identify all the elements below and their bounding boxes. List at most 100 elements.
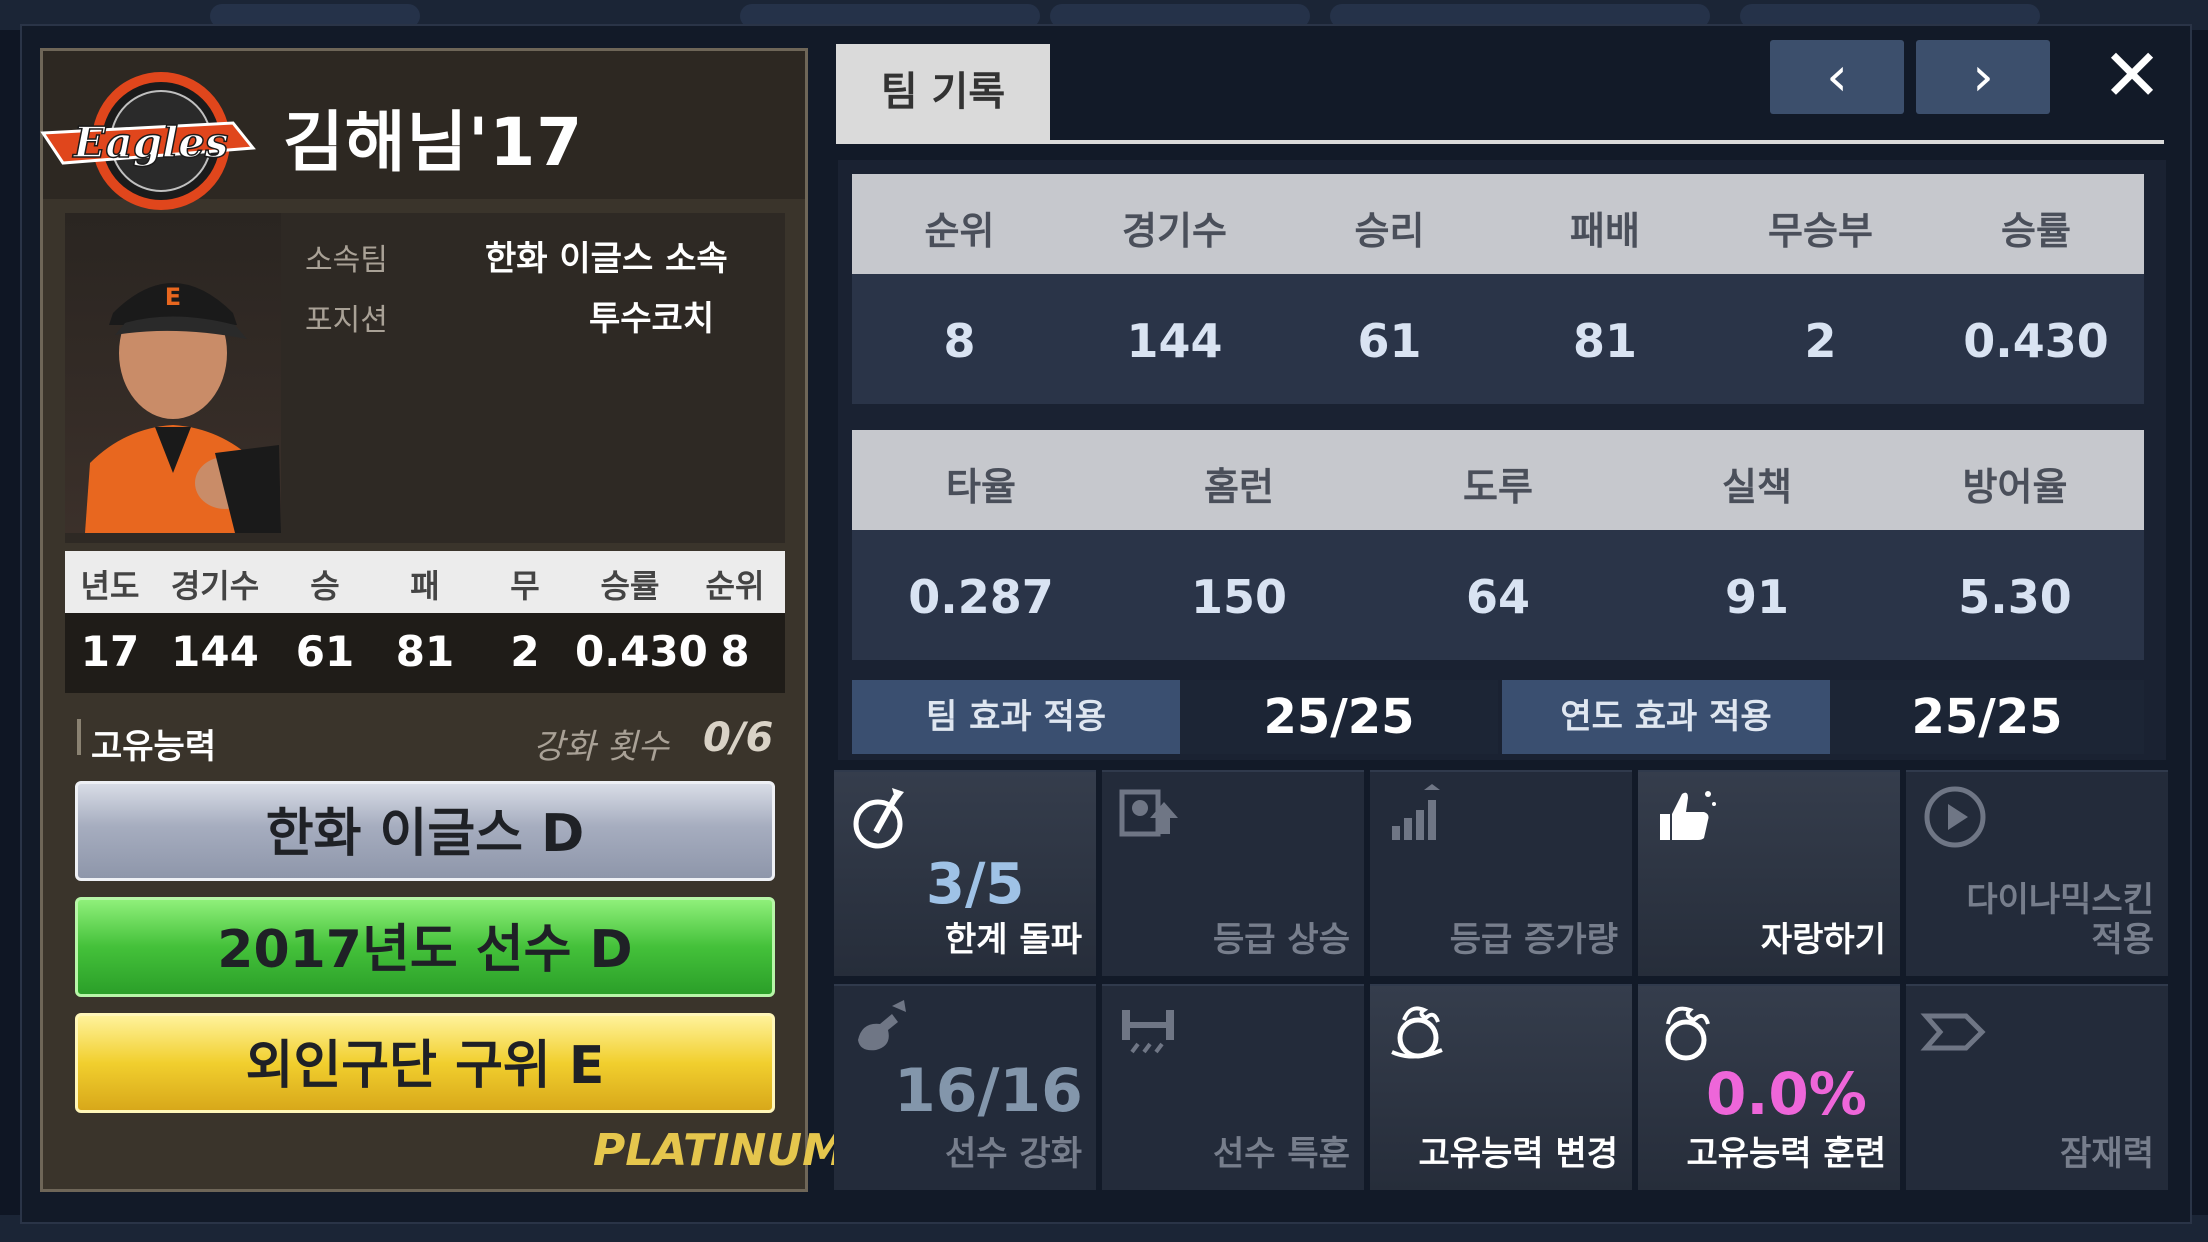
stats-header-hr: 홈런	[1204, 465, 1274, 509]
dumbbell-icon	[1122, 1010, 1174, 1054]
chevron-left-icon: ‹	[1826, 45, 1848, 108]
season-draws: 2	[510, 627, 540, 676]
record-games: 144	[1126, 314, 1223, 368]
enhance-count-value: 0/6	[703, 715, 774, 761]
close-button[interactable]: ✕	[2100, 38, 2164, 112]
ability-change-label: 고유능력 변경	[1418, 1134, 1618, 1174]
ability-training-count: 0.0%	[1706, 1060, 1867, 1128]
fire-ball-icon	[1665, 1006, 1710, 1061]
season-losses: 81	[395, 627, 455, 676]
breakthrough-icon	[853, 788, 904, 849]
close-icon: ✕	[2101, 33, 2163, 117]
season-year: 17	[80, 627, 140, 676]
season-wins: 61	[295, 627, 355, 676]
season-header-draws: 무	[510, 567, 540, 605]
record-wins: 61	[1357, 314, 1422, 368]
position-label: 포지션	[305, 303, 388, 338]
enhance-count-label: 강화 횟수	[533, 727, 669, 767]
season-header-rank: 순위	[705, 567, 765, 605]
season-table-header: 년도 경기수 승 패 무 승률 순위	[65, 551, 785, 613]
menu-special-training[interactable]: 선수 특훈	[1102, 984, 1364, 1190]
player-photo: E	[65, 213, 281, 533]
stats-hr: 150	[1190, 570, 1288, 624]
menu-grade-up[interactable]: 등급 상승	[1102, 770, 1364, 976]
menu-potential[interactable]: 잠재력	[1906, 984, 2168, 1190]
enhance-count: 16/16	[894, 1056, 1083, 1126]
stats-era: 5.30	[1958, 570, 2072, 624]
record-rank: 8	[943, 314, 976, 368]
menu-grade-increase[interactable]: 등급 증가량	[1370, 770, 1632, 976]
stats-header-errors: 실책	[1722, 465, 1792, 509]
ability-title-bar	[77, 719, 81, 755]
season-table-row: 17 144 61 81 2 0.430 8	[65, 613, 785, 693]
record-header-winrate: 승률	[2001, 209, 2071, 253]
special-training-label: 선수 특훈	[1213, 1134, 1350, 1174]
eagles-logo-icon: Eagles	[40, 72, 256, 210]
record-losses: 81	[1572, 314, 1637, 368]
tab-underline	[836, 140, 2164, 144]
record-header-draws: 무승부	[1768, 209, 1873, 253]
season-header-wins: 승	[310, 567, 340, 605]
record-draws: 2	[1804, 314, 1837, 368]
boast-label: 자랑하기	[1760, 920, 1886, 960]
season-table: 년도 경기수 승 패 무 승률 순위 17 144 61 81 2 0.430 …	[65, 551, 785, 693]
menu-enhance[interactable]: 16/16 선수 강화	[834, 984, 1096, 1190]
grade-increase-label: 등급 증가량	[1449, 920, 1618, 960]
chevron-tag-icon	[1920, 1013, 1986, 1051]
dynamic-skin-label: 다이나믹스킨 적용	[1966, 880, 2154, 960]
grade-up-icon	[1119, 789, 1178, 837]
season-games: 144	[171, 627, 259, 676]
team-stats-header: 타율 홈런 도루 실책 방어율	[852, 430, 2144, 530]
menu-breakthrough[interactable]: 3/5 한계 돌파	[834, 770, 1096, 976]
menu-ability-training[interactable]: 0.0% 고유능력 훈련	[1638, 984, 1900, 1190]
menu-boast[interactable]: 자랑하기	[1638, 770, 1900, 976]
player-name: 김해님'17	[283, 104, 584, 181]
player-info-area: E 소속팀 한화 이글스 소속 포지션 투수코치	[65, 213, 785, 543]
year-effect-label: 연도 효과 적용	[1502, 680, 1830, 754]
potential-label: 잠재력	[2060, 1134, 2154, 1174]
season-winrate: 0.430	[575, 627, 708, 676]
breakthrough-label: 한계 돌파	[945, 920, 1082, 960]
team-label: 소속팀	[305, 243, 388, 278]
stats-errors: 91	[1724, 570, 1789, 624]
breakthrough-count: 3/5	[926, 852, 1025, 917]
ability-training-label: 고유능력 훈련	[1686, 1134, 1886, 1174]
ability-button-2[interactable]: 2017년도 선수 D	[75, 897, 775, 997]
team-effect-label: 팀 효과 적용	[852, 680, 1180, 754]
menu-dynamic-skin[interactable]: 다이나믹스킨 적용	[1906, 770, 2168, 976]
stats-sb: 64	[1465, 570, 1530, 624]
menu-ability-change[interactable]: 고유능력 변경	[1370, 984, 1632, 1190]
season-header-winrate: 승률	[600, 567, 660, 605]
thumbs-up-icon	[1660, 791, 1716, 840]
record-header-games: 경기수	[1122, 209, 1227, 253]
record-header-wins: 승리	[1354, 209, 1425, 253]
bar-chart-icon	[1392, 784, 1440, 840]
stats-header-avg: 타율	[946, 465, 1016, 509]
stats-header-era: 방어율	[1962, 465, 2068, 509]
team-record-row: 8 144 61 81 2 0.430	[852, 274, 2144, 404]
stats-avg: 0.287	[908, 570, 1054, 624]
tab-team-record[interactable]: 팀 기록	[836, 44, 1050, 140]
season-header-games: 경기수	[170, 567, 260, 605]
team-stats-row: 0.287 150 64 91 5.30	[852, 530, 2144, 660]
team-effect-value: 25/25	[1180, 680, 1498, 754]
chevron-right-icon: ›	[1972, 45, 1994, 108]
dynamic-skin-label-line2: 적용	[2091, 920, 2154, 960]
position-value: 투수코치	[589, 299, 715, 339]
record-header-losses: 패배	[1570, 209, 1640, 253]
ability-button-1[interactable]: 한화 이글스 D	[75, 781, 775, 881]
record-header-rank: 순위	[924, 209, 995, 253]
team-value: 한화 이글스 소속	[485, 239, 728, 279]
season-header-year: 년도	[80, 567, 140, 605]
record-winrate: 0.430	[1963, 314, 2109, 368]
stats-header-sb: 도루	[1463, 465, 1533, 509]
svg-text:Eagles: Eagles	[73, 118, 229, 167]
fire-ball-icon	[1391, 1006, 1443, 1059]
play-icon	[1924, 786, 1986, 848]
season-rank: 8	[720, 627, 750, 676]
grade-up-label: 등급 상승	[1213, 920, 1350, 960]
svg-text:E: E	[165, 283, 181, 311]
next-button[interactable]: ›	[1916, 40, 2050, 114]
prev-button[interactable]: ‹	[1770, 40, 1904, 114]
ability-button-3[interactable]: 외인구단 구위 E	[75, 1013, 775, 1113]
